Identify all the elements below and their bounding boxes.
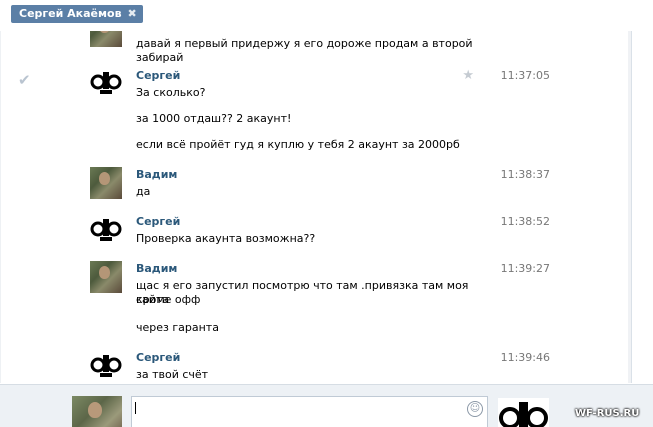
message-author[interactable]: Сергей — [136, 215, 180, 228]
message-text: Проверка акаунта возможна?? — [136, 232, 316, 245]
message-text: если всё пройёт гуд я куплю у тебя 2 ака… — [136, 138, 460, 151]
avatar[interactable] — [90, 261, 122, 293]
message-text: За сколько? — [136, 86, 206, 99]
smiley-icon[interactable]: ☺ — [467, 401, 483, 417]
message-text: за 1000 отдаш?? 2 акаунт! — [136, 112, 292, 125]
message-time: 11:38:37 — [500, 168, 550, 181]
dub-logo-avatar[interactable] — [90, 214, 122, 246]
message-text: за твой счёт — [136, 368, 209, 381]
message-text: через гаранта — [136, 321, 219, 334]
dialog-tab-chip[interactable]: Сергей Акаёмов ✖ — [11, 5, 143, 23]
message-text: сайта — [136, 293, 170, 306]
avatar[interactable] — [90, 167, 122, 199]
watermark-text: WF-RUS.RU — [575, 408, 640, 419]
top-bar: Сергей Акаёмов ✖ — [0, 0, 653, 30]
message-author[interactable]: Вадим — [136, 262, 177, 275]
my-avatar[interactable] — [72, 396, 122, 427]
scrollbar[interactable] — [628, 31, 631, 383]
star-icon[interactable]: ★ — [462, 68, 474, 83]
message-time: 11:37:05 — [500, 69, 550, 82]
message-author[interactable]: Сергей — [136, 69, 180, 82]
message-time: 11:39:27 — [500, 262, 550, 275]
message-history[interactable]: давай я первый придержу я его дороже про… — [0, 31, 632, 383]
check-icon: ✔ — [18, 71, 31, 89]
message-time: 11:39:46 — [500, 351, 550, 364]
message-author[interactable]: Сергей — [136, 351, 180, 364]
message-text: да — [136, 185, 151, 198]
close-icon[interactable]: ✖ — [128, 5, 137, 23]
composer-panel: ☺ — [0, 384, 653, 427]
avatar[interactable] — [90, 31, 122, 47]
message-author[interactable]: Вадим — [136, 168, 177, 181]
dub-logo-avatar[interactable] — [90, 67, 122, 99]
message-input-caret-layer — [131, 396, 488, 427]
message-text: давай я первый придержу я его дороже про… — [136, 37, 473, 64]
text-caret — [135, 402, 136, 414]
peer-dub-avatar[interactable] — [498, 398, 549, 427]
dialog-tab-label: Сергей Акаёмов — [19, 7, 122, 20]
dub-logo-avatar[interactable] — [90, 350, 122, 382]
message-time: 11:38:52 — [500, 215, 550, 228]
